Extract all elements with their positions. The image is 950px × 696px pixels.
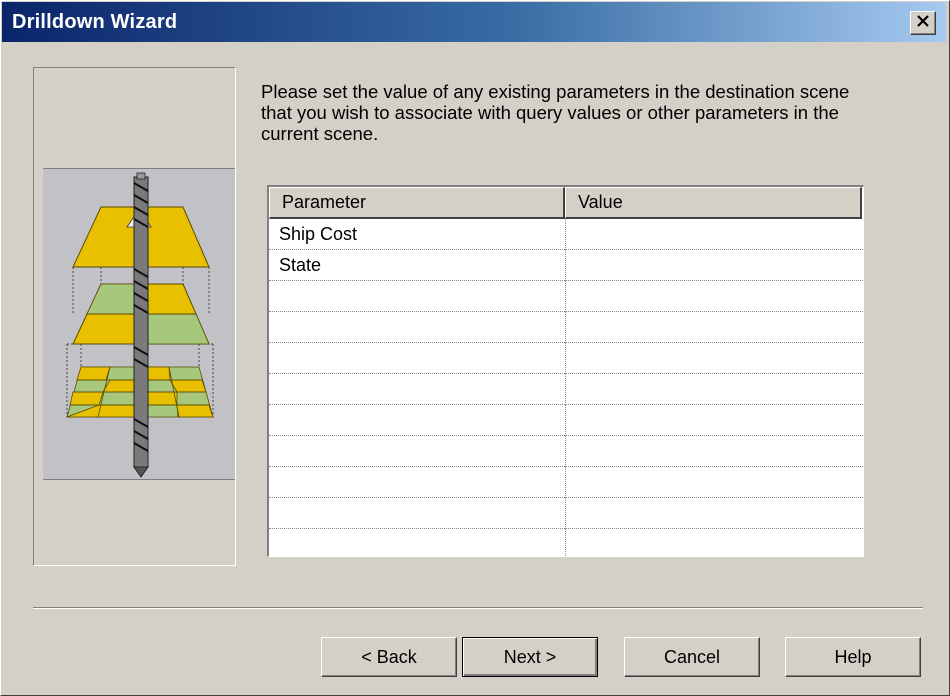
column-header-parameter[interactable]: Parameter [269, 187, 565, 219]
parameter-cell[interactable] [269, 498, 565, 529]
parameter-cell[interactable] [269, 529, 565, 556]
parameter-cell[interactable] [269, 312, 565, 343]
value-cell[interactable] [565, 405, 862, 436]
parameter-cell[interactable]: Ship Cost [269, 219, 565, 250]
back-button[interactable]: < Back [321, 637, 457, 677]
parameter-cell[interactable] [269, 467, 565, 498]
column-header-value[interactable]: Value [565, 187, 862, 219]
button-separator [33, 607, 923, 609]
table-row[interactable] [269, 498, 863, 529]
table-row[interactable] [269, 405, 863, 436]
table-row[interactable] [269, 529, 863, 556]
value-cell[interactable] [565, 374, 862, 405]
value-cell[interactable] [565, 219, 862, 250]
table-row[interactable] [269, 467, 863, 498]
value-cell[interactable] [565, 498, 862, 529]
parameter-table[interactable]: Parameter Value Ship Cost State [267, 185, 864, 557]
table-header: Parameter Value [269, 187, 863, 219]
window-title: Drilldown Wizard [12, 11, 178, 33]
value-cell[interactable] [565, 467, 862, 498]
value-cell[interactable] [565, 436, 862, 467]
table-row[interactable] [269, 312, 863, 343]
parameter-cell[interactable] [269, 374, 565, 405]
drilldown-layers-icon [43, 168, 235, 480]
table-row[interactable]: State [269, 250, 863, 281]
table-row[interactable]: Ship Cost [269, 219, 863, 250]
next-button[interactable]: Next > [462, 637, 598, 677]
parameter-cell[interactable]: State [269, 250, 565, 281]
wizard-side-panel [33, 67, 236, 566]
table-row[interactable] [269, 374, 863, 405]
value-cell[interactable] [565, 529, 862, 556]
instructions-text: Please set the value of any existing par… [261, 81, 850, 144]
table-body: Ship Cost State [269, 219, 863, 556]
parameter-cell[interactable] [269, 436, 565, 467]
value-cell[interactable] [565, 312, 862, 343]
parameter-cell[interactable] [269, 343, 565, 374]
table-row[interactable] [269, 436, 863, 467]
value-cell[interactable] [565, 281, 862, 312]
parameter-cell[interactable] [269, 405, 565, 436]
drilldown-wizard-window: Drilldown Wizard Please set the value of… [0, 0, 950, 696]
value-cell[interactable] [565, 250, 862, 281]
cancel-button[interactable]: Cancel [624, 637, 760, 677]
title-bar[interactable]: Drilldown Wizard [2, 2, 946, 42]
value-cell[interactable] [565, 343, 862, 374]
parameter-cell[interactable] [269, 281, 565, 312]
close-button[interactable] [910, 11, 936, 35]
table-row[interactable] [269, 281, 863, 312]
close-icon [916, 14, 930, 32]
help-button[interactable]: Help [785, 637, 921, 677]
table-row[interactable] [269, 343, 863, 374]
